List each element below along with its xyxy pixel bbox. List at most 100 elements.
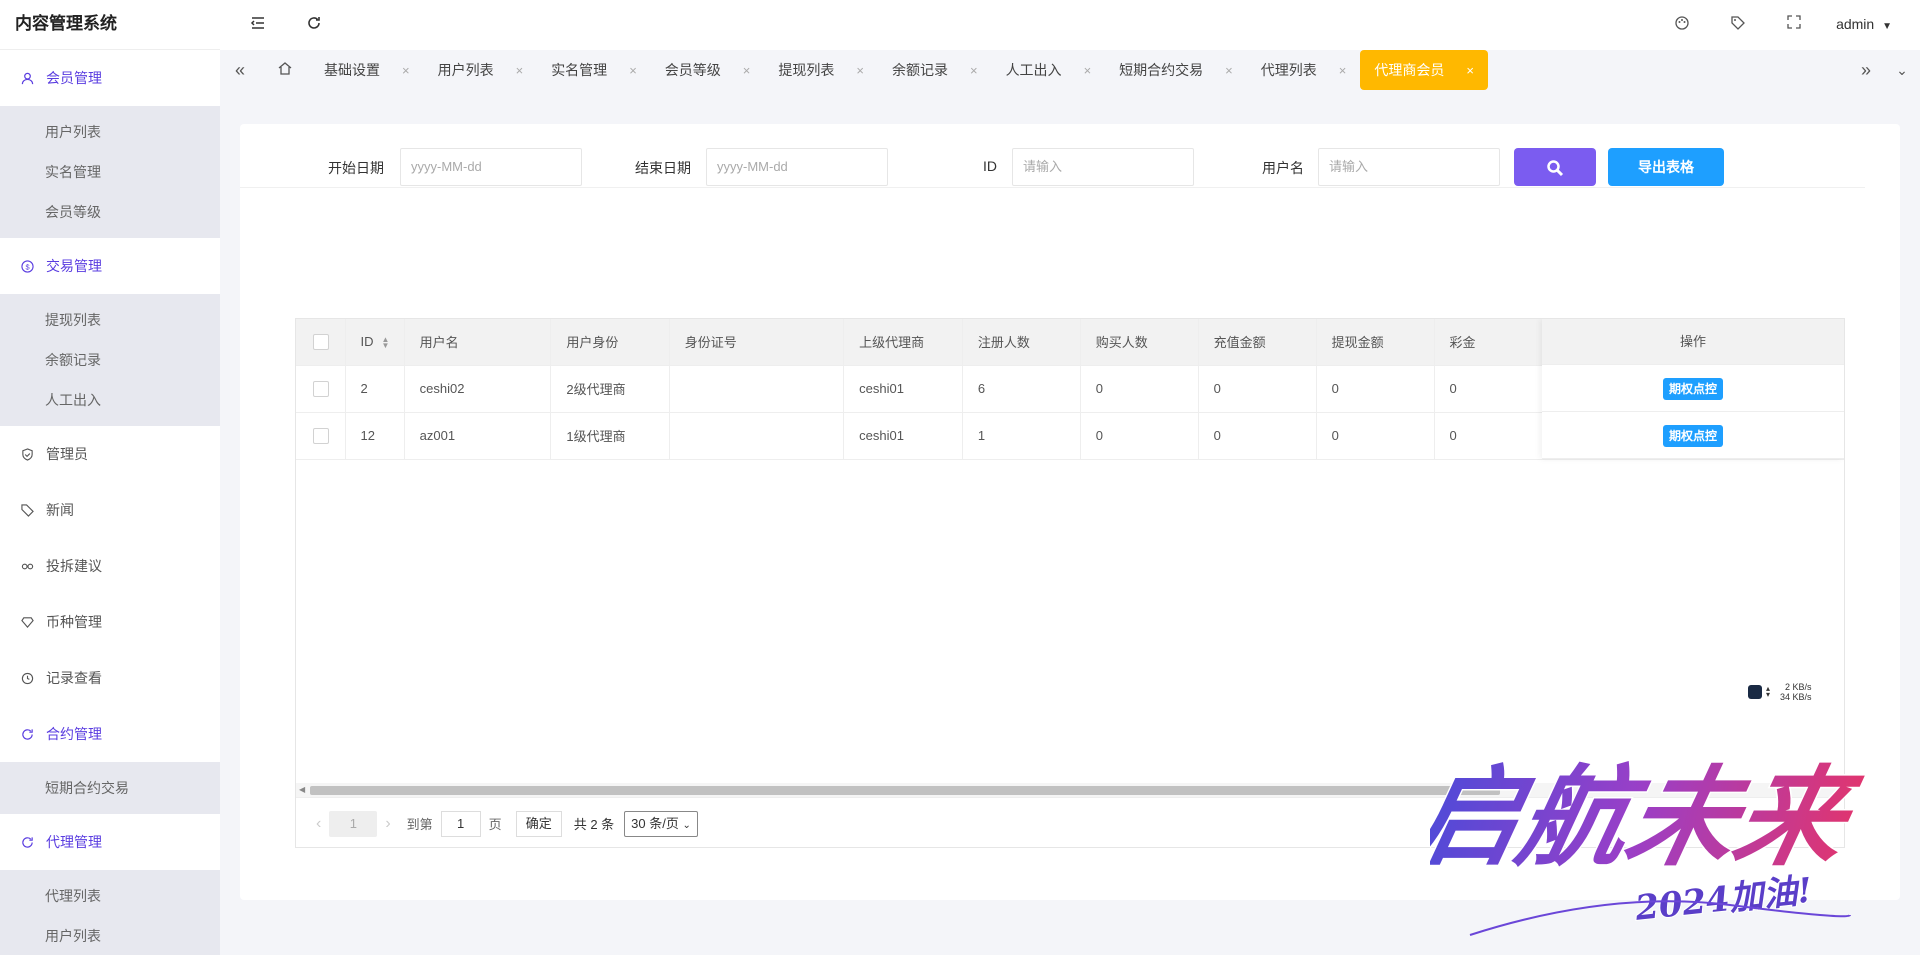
close-icon[interactable]: × (970, 63, 978, 78)
cell-idcard (669, 412, 845, 460)
tab-label: 短期合约交易 (1119, 62, 1204, 78)
fullscreen-icon[interactable] (1784, 15, 1804, 35)
sidebar-item[interactable]: 人工出入 (0, 380, 220, 420)
sidebar-group-label: 投拆建议 (46, 558, 102, 574)
sidebar-group-2[interactable]: 管理员 (0, 426, 220, 482)
sidebar-group-5[interactable]: 币种管理 (0, 594, 220, 650)
close-icon[interactable]: × (516, 63, 524, 78)
search-icon (1547, 160, 1564, 177)
cell-id: 12 (345, 412, 405, 460)
tab-item[interactable]: 短期合约交易 × (1105, 50, 1247, 90)
tab-item[interactable]: 代理商会员 × (1360, 50, 1488, 90)
column-header-parent-agent: 上级代理商 (843, 319, 963, 366)
sidebar-submenu: 用户列表 实名管理 会员等级 (0, 106, 220, 238)
sidebar-group-0[interactable]: 会员管理 (0, 50, 220, 106)
next-page-icon[interactable]: › (385, 815, 390, 833)
cell-registered: 1 (962, 412, 1081, 460)
column-header-idcard: 身份证号 (669, 319, 845, 366)
user-menu[interactable]: admin ▼ (1836, 16, 1892, 32)
sidebar-group-7[interactable]: 合约管理 (0, 706, 220, 762)
sidebar-item[interactable]: 实名管理 (0, 152, 220, 192)
close-icon[interactable]: × (743, 63, 751, 78)
cell-identity: 1级代理商 (550, 412, 670, 460)
option-control-button[interactable]: 期权点控 (1662, 377, 1723, 400)
sidebar-group-3[interactable]: 新闻 (0, 482, 220, 538)
close-icon[interactable]: × (856, 63, 864, 78)
search-button[interactable] (1514, 148, 1596, 186)
shield-icon (20, 447, 34, 461)
prev-page-icon[interactable]: ‹ (316, 815, 321, 833)
export-table-button[interactable]: 导出表格 (1608, 148, 1724, 186)
sidebar-item[interactable]: 用户列表 (0, 112, 220, 152)
scrollbar-thumb[interactable] (310, 786, 1500, 795)
tag-icon[interactable] (1728, 15, 1748, 35)
start-date-input[interactable]: yyyy-MM-dd (400, 148, 582, 186)
svg-text:$: $ (25, 262, 29, 271)
column-header-id[interactable]: ID ▲ ▼ (345, 319, 405, 366)
sidebar-item[interactable]: 短期合约交易 (0, 768, 220, 808)
tab-item[interactable]: 人工出入 × (992, 50, 1106, 90)
menu-collapse-icon[interactable] (248, 15, 268, 35)
sort-icon[interactable]: ▲ ▼ (382, 335, 390, 349)
tab-item[interactable]: 代理列表 × (1247, 50, 1361, 90)
select-all-checkbox[interactable] (313, 334, 329, 351)
close-icon[interactable]: × (1225, 63, 1233, 78)
sidebar-item[interactable]: 余额记录 (0, 340, 220, 380)
sidebar-item[interactable]: 提现列表 (0, 300, 220, 340)
column-header-identity: 用户身份 (550, 319, 670, 366)
tabs-scroll-left-icon[interactable]: « (220, 60, 260, 81)
sidebar-group-4[interactable]: 投拆建议 (0, 538, 220, 594)
id-input[interactable]: 请输入 (1012, 148, 1194, 186)
page-size-select[interactable]: 30 条/页 ⌄ (624, 810, 698, 837)
table-row-ops: 期权点控 (1542, 412, 1844, 459)
sidebar-group-6[interactable]: 记录查看 (0, 650, 220, 706)
sidebar-item[interactable]: 会员等级 (0, 192, 220, 232)
goto-confirm-button[interactable]: 确定 (515, 810, 562, 837)
close-icon[interactable]: × (1466, 63, 1474, 78)
tab-item[interactable]: 基础设置 × (310, 50, 424, 90)
username-input[interactable]: 请输入 (1318, 148, 1500, 186)
row-checkbox[interactable] (313, 380, 329, 397)
tab-item[interactable]: 用户列表 × (424, 50, 538, 90)
close-icon[interactable]: × (629, 63, 637, 78)
current-page[interactable]: 1 (329, 810, 378, 837)
close-icon[interactable]: × (402, 63, 410, 78)
close-icon[interactable]: × (1084, 63, 1092, 78)
sidebar-menu: 会员管理 用户列表 实名管理 会员等级 $ 交易管理 提现列表 余额记录 人工出入 管理员 新闻 投拆… (0, 50, 220, 955)
tab-item[interactable]: 提现列表 × (764, 50, 878, 90)
tab-item[interactable]: 实名管理 × (537, 50, 651, 90)
sidebar-group-1[interactable]: $ 交易管理 (0, 238, 220, 294)
close-icon[interactable]: × (1339, 63, 1347, 78)
sidebar-item[interactable]: 用户列表 (0, 916, 220, 955)
sidebar-group-label: 交易管理 (46, 258, 102, 274)
option-control-button[interactable]: 期权点控 (1662, 424, 1723, 447)
page-size-value: 30 条/页 (631, 815, 679, 831)
column-header-label: ID (360, 334, 374, 350)
tab-label: 代理列表 (1260, 62, 1317, 78)
end-date-label: 结束日期 (635, 160, 691, 176)
tab-item[interactable]: 会员等级 × (651, 50, 765, 90)
link-icon (20, 559, 34, 573)
tab-label: 用户列表 (437, 62, 494, 78)
cell-bonus: 0 (1434, 365, 1551, 413)
cell-idcard (669, 365, 845, 413)
tab-item[interactable]: 余额记录 × (878, 50, 992, 90)
scroll-left-arrow-icon[interactable]: ◀ (299, 783, 305, 797)
tabs-scroll-right-icon[interactable]: » (1848, 60, 1884, 81)
cell-username: ceshi02 (404, 365, 552, 413)
refresh-icon[interactable] (304, 15, 324, 35)
column-header-recharge: 充值金额 (1198, 319, 1317, 366)
goto-page-input[interactable]: 1 (440, 810, 481, 837)
app-title: 内容管理系统 (0, 0, 220, 50)
sidebar-group-8[interactable]: 代理管理 (0, 814, 220, 870)
home-icon[interactable] (260, 60, 310, 81)
sidebar-group-label: 会员管理 (46, 70, 102, 86)
cell-parent: ceshi01 (843, 365, 963, 413)
sidebar-submenu: 提现列表 余额记录 人工出入 (0, 294, 220, 426)
theme-palette-icon[interactable] (1672, 15, 1692, 35)
sidebar-item[interactable]: 代理列表 (0, 876, 220, 916)
tabs-dropdown-icon[interactable]: ⌄ (1884, 62, 1920, 79)
row-checkbox[interactable] (313, 427, 329, 444)
column-header-buyers: 购买人数 (1080, 319, 1199, 366)
end-date-input[interactable]: yyyy-MM-dd (706, 148, 888, 186)
